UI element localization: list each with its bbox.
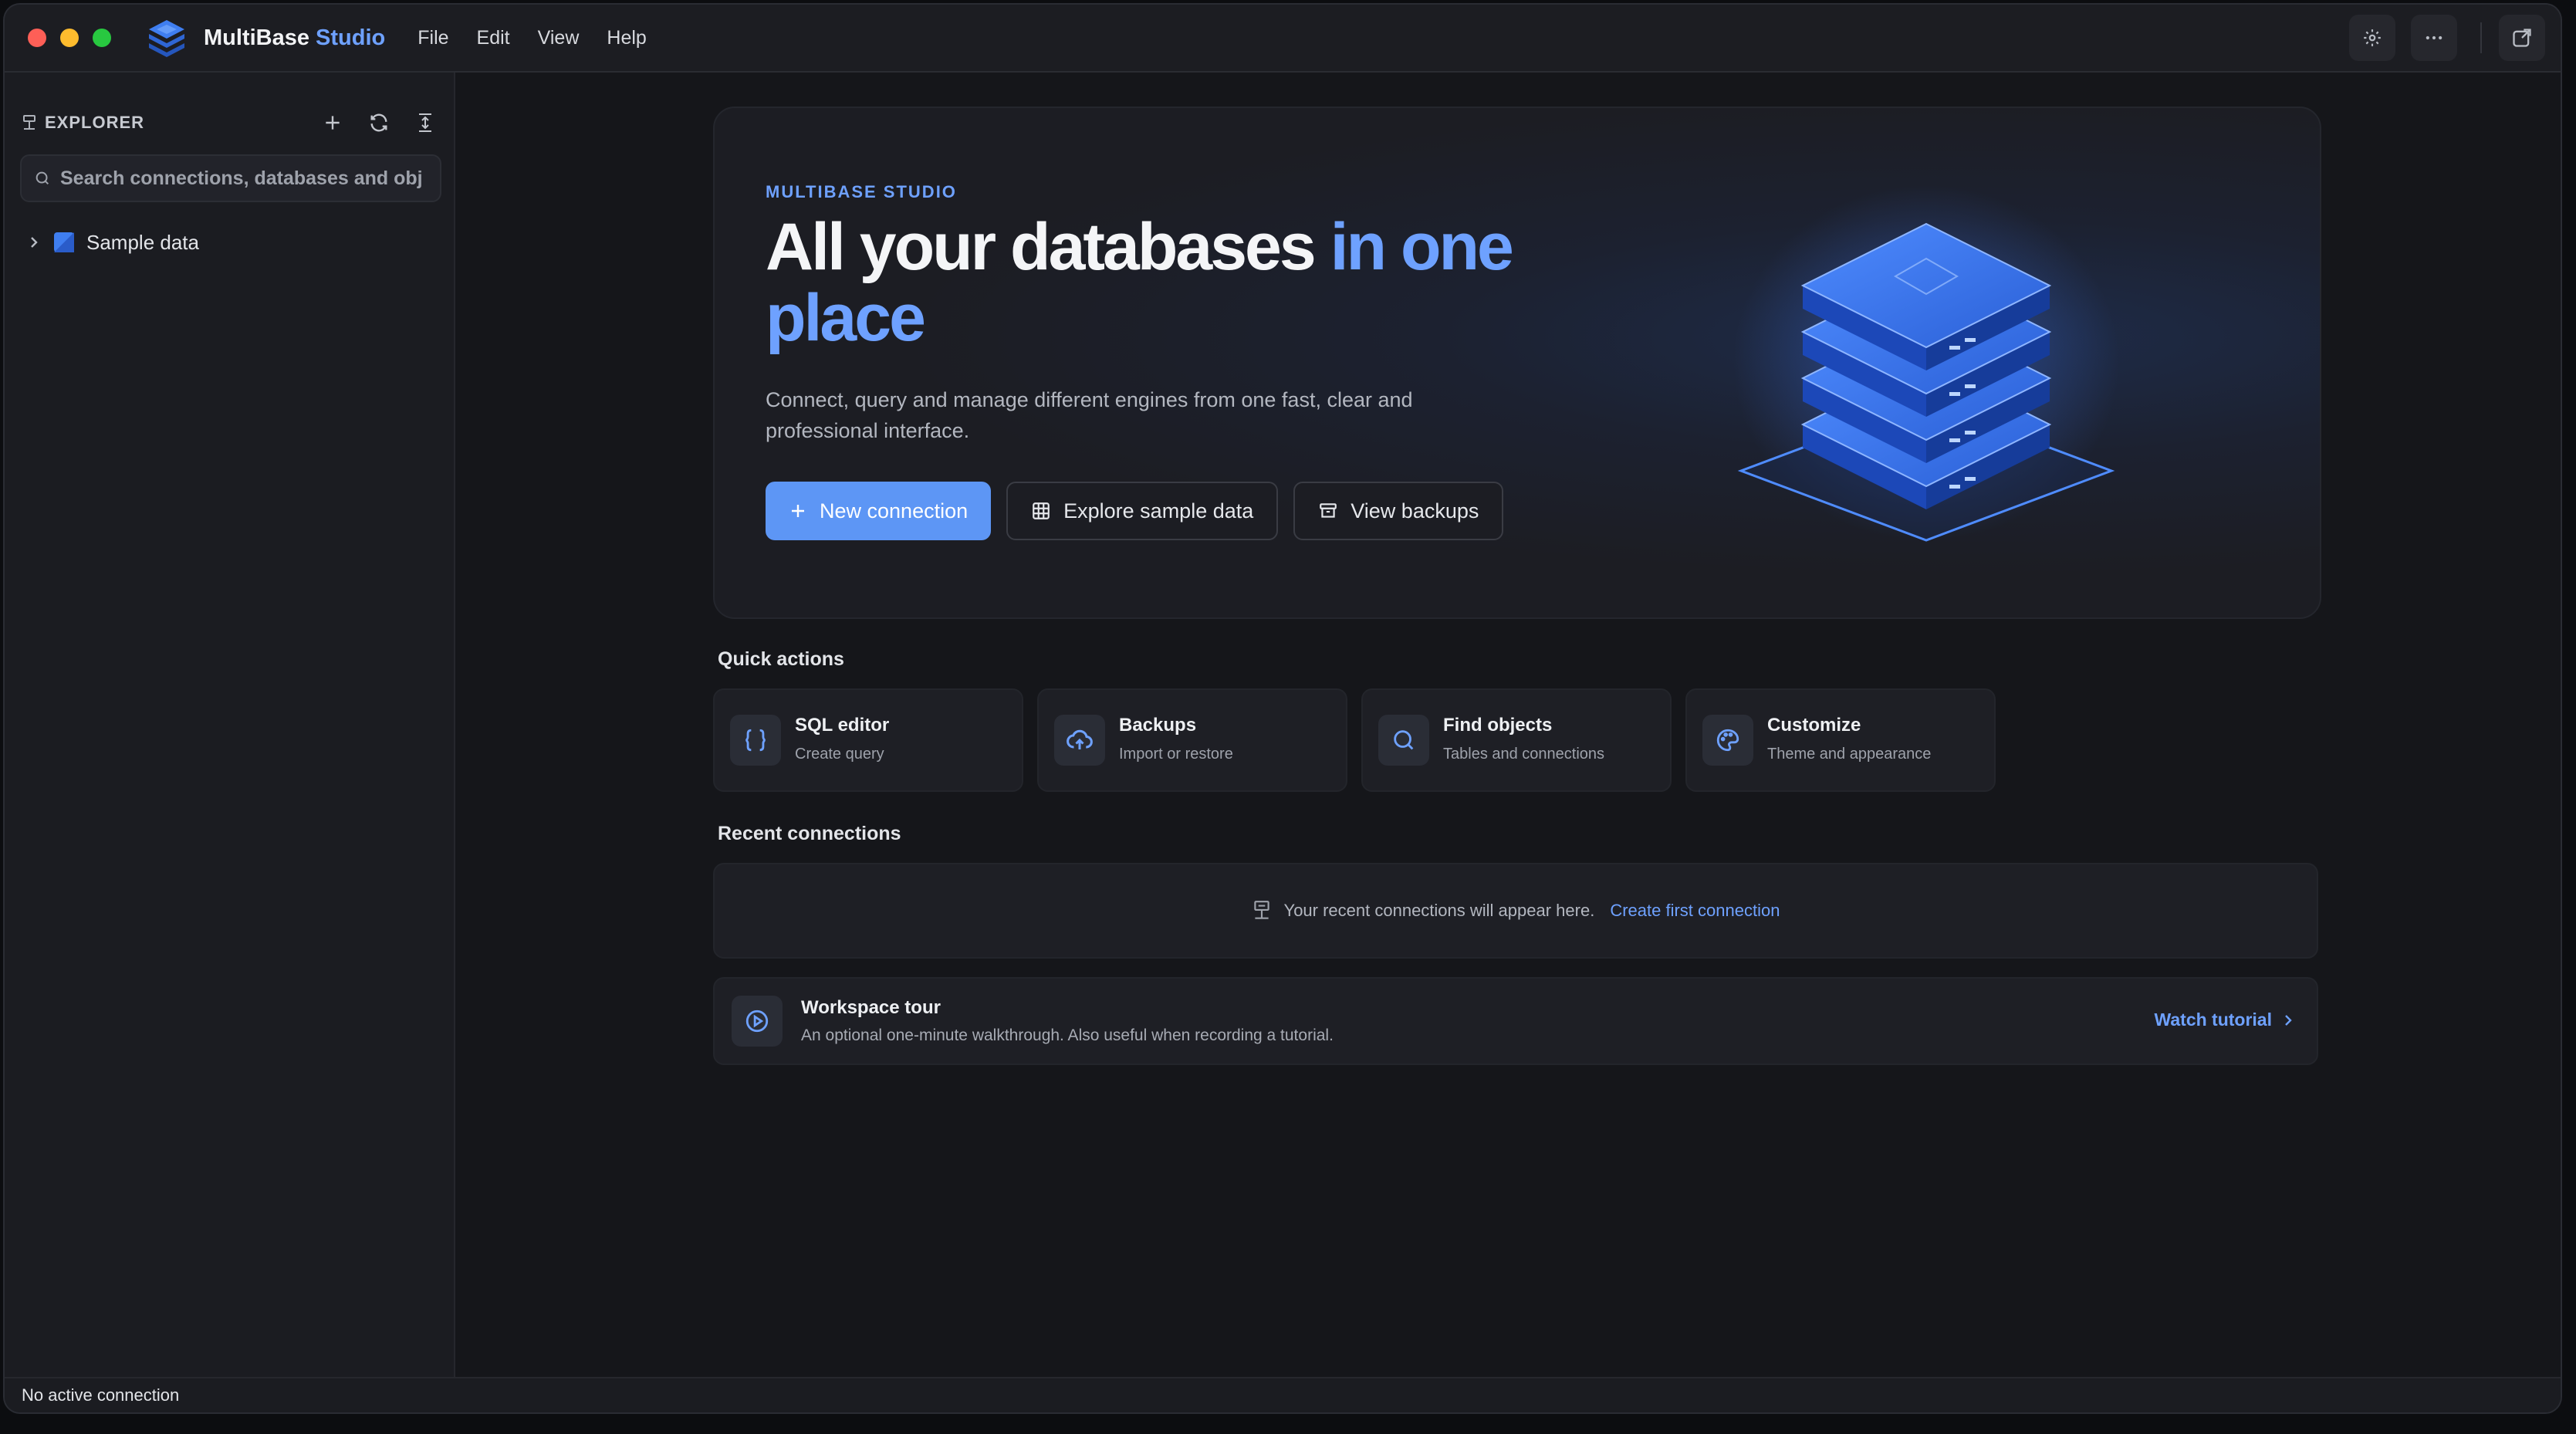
more-options-button[interactable]: [2411, 15, 2457, 61]
create-first-connection-link[interactable]: Create first connection: [1610, 901, 1780, 921]
search-icon: [1378, 715, 1429, 766]
chevron-right-icon[interactable]: [28, 235, 40, 249]
sample-database-icon: [54, 232, 74, 252]
new-connection-label: New connection: [820, 499, 969, 523]
hero-buttons: New connection Explore sample data View …: [766, 482, 1504, 540]
recent-empty-message: Your recent connections will appear here…: [1283, 901, 1595, 920]
app-name-text: MultiBase: [204, 25, 309, 50]
explorer-search[interactable]: [20, 154, 441, 202]
menu-edit[interactable]: Edit: [463, 27, 524, 49]
view-backups-label: View backups: [1351, 499, 1479, 523]
external-window-icon: [2513, 29, 2531, 47]
palette-icon: [1702, 715, 1753, 766]
collapse-icon: [419, 113, 431, 132]
quick-action-title: Customize: [1767, 715, 1861, 736]
quick-action-sql-editor[interactable]: SQL editor Create query: [713, 688, 1023, 792]
add-connection-button[interactable]: [319, 110, 346, 136]
window-controls: [28, 29, 111, 47]
recent-connections-title: Recent connections: [718, 823, 901, 844]
quick-action-customize[interactable]: Customize Theme and appearance: [1685, 688, 1996, 792]
view-backups-button[interactable]: View backups: [1293, 482, 1504, 540]
maximize-window-button[interactable]: [93, 29, 111, 47]
archive-icon: [1320, 503, 1337, 518]
workspace-tour-card: Workspace tour An optional one-minute wa…: [713, 977, 2318, 1065]
watch-tutorial-link[interactable]: Watch tutorial: [2155, 1010, 2294, 1030]
app-logo-icon: [145, 16, 188, 59]
tree-item-sample-data[interactable]: Sample data: [28, 227, 199, 258]
quick-actions-grid: SQL editor Create query Backups Import o…: [713, 688, 1996, 792]
quick-action-subtitle: Create query: [795, 746, 884, 763]
title-bar-divider: [2480, 22, 2482, 53]
quick-action-title: SQL editor: [795, 715, 890, 736]
quick-action-backups[interactable]: Backups Import or restore: [1037, 688, 1347, 792]
tree-item-label: Sample data: [86, 230, 199, 254]
quick-action-subtitle: Import or restore: [1119, 746, 1233, 763]
title-bar: MultiBase Studio File Edit View Help: [5, 5, 2561, 73]
database-stack-illustration: [1733, 185, 2119, 542]
workspace-tour-title: Workspace tour: [801, 997, 941, 1018]
explorer-title: EXPLORER: [45, 113, 145, 132]
hero-description: Connect, query and manage different engi…: [766, 388, 1413, 442]
title-bar-actions: [2349, 5, 2561, 71]
explorer-actions: [319, 110, 438, 136]
menu-view[interactable]: View: [524, 27, 593, 49]
gear-icon: [2364, 29, 2381, 46]
main-content: MULTIBASE STUDIO All your databases in o…: [455, 73, 2561, 1378]
collapse-all-button[interactable]: [412, 110, 438, 136]
welcome-hero: MULTIBASE STUDIO All your databases in o…: [713, 107, 2321, 619]
explorer-sidebar: EXPLORER Sample data: [5, 73, 455, 1378]
minimize-window-button[interactable]: [60, 29, 79, 47]
quick-action-title: Backups: [1119, 715, 1197, 736]
search-icon: [35, 171, 49, 185]
plus-icon: [326, 116, 340, 130]
cloud-upload-icon: [1054, 715, 1105, 766]
quick-actions-title: Quick actions: [718, 648, 844, 670]
new-connection-button[interactable]: New connection: [766, 482, 992, 540]
chevron-right-icon: [2285, 1014, 2292, 1026]
explorer-header: EXPLORER: [22, 103, 438, 142]
server-icon: [1253, 901, 1269, 919]
menu-help[interactable]: Help: [593, 27, 660, 49]
app-title: MultiBase Studio: [204, 25, 385, 51]
hero-eyebrow: MULTIBASE STUDIO: [766, 182, 957, 201]
recent-connections-empty: Your recent connections will appear here…: [713, 863, 2318, 959]
quick-action-subtitle: Tables and connections: [1443, 746, 1605, 763]
explorer-search-input[interactable]: [59, 166, 424, 191]
app-window: MultiBase Studio File Edit View Help EXP…: [5, 5, 2561, 1412]
quick-action-subtitle: Theme and appearance: [1767, 746, 1932, 763]
quick-action-title: Find objects: [1443, 715, 1553, 736]
explore-sample-label: Explore sample data: [1063, 499, 1254, 523]
close-window-button[interactable]: [28, 29, 46, 47]
braces-icon: [730, 715, 781, 766]
refresh-button[interactable]: [366, 110, 392, 136]
database-list-icon: [23, 115, 35, 130]
quick-action-find-objects[interactable]: Find objects Tables and connections: [1361, 688, 1672, 792]
menu-bar: File Edit View Help: [404, 27, 661, 49]
hero-title-plain: All your databases: [766, 210, 1330, 284]
settings-button[interactable]: [2349, 15, 2395, 61]
hero-title: All your databases in one place: [766, 211, 1537, 353]
explore-sample-data-button[interactable]: Explore sample data: [1006, 482, 1279, 540]
grid-icon: [1033, 502, 1050, 519]
workspace-tour-subtitle: An optional one-minute walkthrough. Also…: [801, 1026, 1334, 1044]
open-external-button[interactable]: [2499, 15, 2545, 61]
refresh-icon: [370, 113, 387, 132]
status-bar: No active connection: [5, 1377, 2561, 1412]
ellipsis-icon: [2426, 36, 2442, 40]
app-name-accent: Studio: [316, 25, 386, 50]
watch-tutorial-label: Watch tutorial: [2154, 1010, 2272, 1030]
plus-icon: [792, 505, 804, 517]
menu-file[interactable]: File: [404, 27, 462, 49]
play-circle-icon: [732, 996, 783, 1047]
connection-status: No active connection: [22, 1385, 180, 1405]
